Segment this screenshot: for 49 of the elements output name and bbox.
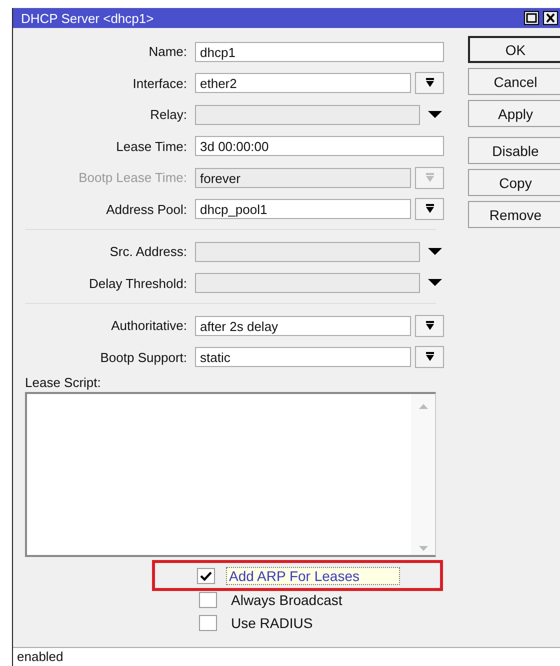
caret-icon[interactable] <box>428 248 442 256</box>
checkbox[interactable] <box>197 568 215 584</box>
field-label: Lease Script: <box>25 375 101 390</box>
field-label: Delay Threshold: <box>88 276 188 291</box>
dialog-button[interactable]: Cancel <box>468 68 560 95</box>
combo-field[interactable] <box>195 242 420 262</box>
dropdown-button[interactable] <box>415 346 444 368</box>
dropdown-arrow-icon <box>424 78 434 88</box>
checkbox-label[interactable]: Always Broadcast <box>228 590 346 608</box>
combo-field[interactable] <box>195 104 420 125</box>
combo-field[interactable] <box>195 273 420 294</box>
checkbox[interactable] <box>199 614 217 630</box>
caret-icon[interactable] <box>428 110 442 119</box>
caret-icon[interactable] <box>428 279 442 288</box>
field-label: Bootp Support: <box>99 350 188 365</box>
text-field[interactable]: 3d 00:00:00 <box>195 136 444 156</box>
dropdown-button[interactable] <box>415 198 444 220</box>
dropdown-field[interactable]: after 2s delay <box>195 316 411 336</box>
field-label: Authoritative: <box>110 318 188 334</box>
dialog-button[interactable]: Disable <box>468 137 560 164</box>
field-label: Lease Time: <box>115 138 188 154</box>
field-label: Bootp Lease Time: <box>78 170 188 186</box>
script-text-area[interactable] <box>25 392 436 557</box>
field-label: Address Pool: <box>105 202 188 217</box>
close-icon[interactable] <box>543 11 558 25</box>
dialog-button[interactable]: Remove <box>468 201 560 228</box>
dropdown-arrow-icon <box>424 320 434 331</box>
dropdown-arrow-icon <box>424 204 434 214</box>
dropdown-button[interactable] <box>415 72 444 94</box>
dropdown-field[interactable]: dhcp_pool1 <box>195 199 411 220</box>
field-label: Name: <box>148 44 188 60</box>
text-field[interactable]: dhcp1 <box>195 42 444 62</box>
status-bar: enabled <box>13 647 560 666</box>
dialog-button[interactable]: OK <box>468 36 560 63</box>
dropdown-button[interactable] <box>415 314 444 337</box>
dialog-button[interactable]: Copy <box>468 169 560 196</box>
checkbox[interactable] <box>199 592 217 608</box>
field-label: Src. Address: <box>108 244 188 260</box>
field-label: Relay: <box>149 107 188 122</box>
dropdown-arrow-icon <box>424 172 434 183</box>
dialog-button[interactable]: Apply <box>468 100 560 127</box>
maximize-icon[interactable] <box>524 11 539 25</box>
field-label: Interface: <box>132 76 188 91</box>
dropdown-arrow-icon <box>424 352 434 362</box>
window-title: DHCP Server <dhcp1> <box>21 10 154 26</box>
dropdown-field[interactable]: static <box>195 347 411 368</box>
dropdown-field[interactable]: ether2 <box>195 73 411 94</box>
checkbox-label[interactable]: Add ARP For Leases <box>226 566 400 584</box>
checkbox-label[interactable]: Use RADIUS <box>228 614 316 632</box>
